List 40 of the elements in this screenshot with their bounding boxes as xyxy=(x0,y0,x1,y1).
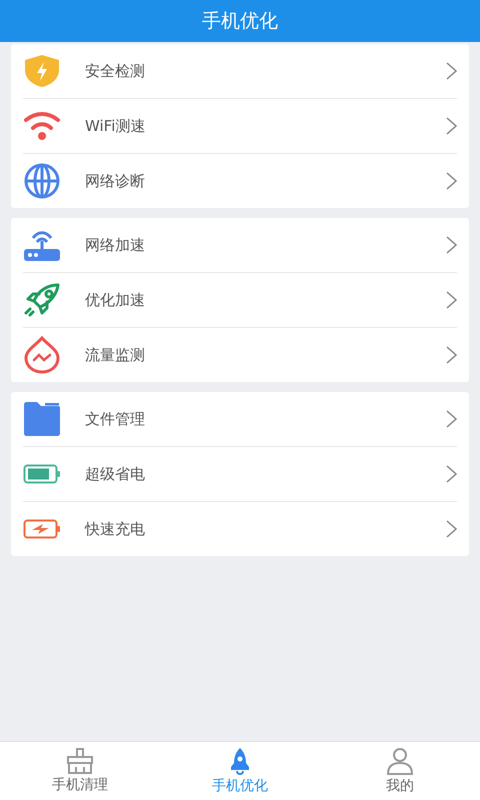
menu-item[interactable]: 优化加速 xyxy=(23,273,457,328)
battery-icon xyxy=(23,464,61,484)
menu-item[interactable]: 快速充电 xyxy=(23,502,457,556)
menu-item[interactable]: 文件管理 xyxy=(23,392,457,447)
menu-label: 网络诊断 xyxy=(85,172,146,190)
menu-item[interactable]: 网络加速 xyxy=(23,218,457,273)
menu-item[interactable]: 网络诊断 xyxy=(23,154,457,208)
wifi-icon xyxy=(23,111,61,141)
chevron-icon xyxy=(446,236,457,254)
rocket-icon xyxy=(23,283,61,317)
chevron-icon xyxy=(446,62,457,80)
drop-chart-icon xyxy=(23,336,61,374)
menu-label: WiFi测速 xyxy=(85,116,146,136)
menu-label: 快速充电 xyxy=(85,520,146,538)
broom-icon xyxy=(66,748,94,774)
chevron-icon xyxy=(446,520,457,538)
menu-label: 优化加速 xyxy=(85,290,146,310)
chevron-icon xyxy=(446,465,457,483)
person-icon xyxy=(386,747,414,775)
menu-label: 网络加速 xyxy=(85,236,146,254)
chevron-icon xyxy=(446,291,457,309)
nav-tab[interactable]: 我的 xyxy=(320,742,480,800)
chevron-icon xyxy=(446,346,457,364)
nav-tab[interactable]: 手机清理 xyxy=(0,742,160,800)
menu-label: 流量监测 xyxy=(85,346,146,364)
globe-icon xyxy=(23,162,61,200)
header-title: 手机优化 xyxy=(202,9,278,34)
folder-icon xyxy=(23,402,61,436)
charging-battery-icon xyxy=(23,519,61,539)
shield-icon xyxy=(23,54,61,88)
chevron-icon xyxy=(446,117,457,135)
menu-label: 超级省电 xyxy=(85,464,146,484)
menu-label: 文件管理 xyxy=(85,410,146,428)
menu-item[interactable]: 安全检测 xyxy=(23,44,457,99)
menu-item[interactable]: 超级省电 xyxy=(23,447,457,502)
menu-label: 安全检测 xyxy=(85,62,146,80)
chevron-icon xyxy=(446,172,457,190)
menu-item[interactable]: WiFi测速 xyxy=(23,99,457,154)
chevron-icon xyxy=(446,410,457,428)
menu-item[interactable]: 流量监测 xyxy=(23,328,457,382)
